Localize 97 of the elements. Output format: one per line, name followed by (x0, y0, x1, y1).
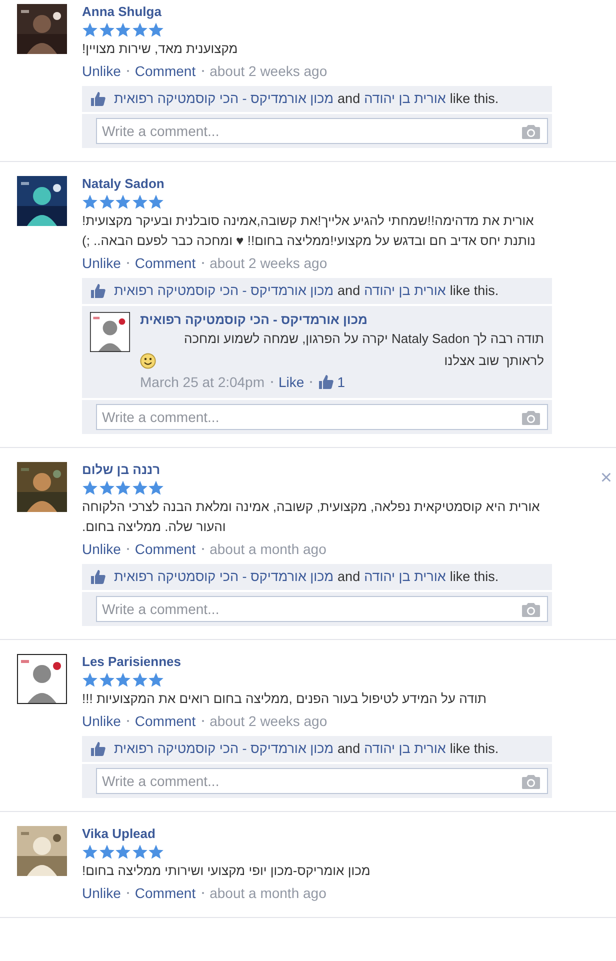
likes-text: like this. (450, 740, 499, 758)
separator-dot (126, 70, 129, 72)
comment-link[interactable]: Comment (134, 62, 196, 80)
camera-icon (522, 123, 540, 139)
star-icon (98, 22, 114, 38)
star-icon (82, 480, 98, 496)
star-icon (82, 672, 98, 688)
page-link[interactable]: מכון אורמדיקס - הכי קוסמטיקה רפואית (114, 568, 334, 586)
star-icon (148, 480, 164, 496)
comment-link[interactable]: Comment (134, 884, 196, 902)
star-icon (115, 844, 131, 860)
star-icon (115, 194, 131, 210)
star-icon (98, 480, 114, 496)
separator-dot (126, 262, 129, 264)
reviewer-name[interactable]: Vika Uplead (82, 826, 552, 842)
star-icon (82, 844, 98, 860)
thumbs-up-icon (318, 374, 334, 390)
person-link[interactable]: אורית בן יהודה (364, 568, 446, 586)
star-icon (132, 844, 148, 860)
reviewer-name[interactable]: Nataly Sadon (82, 176, 552, 192)
separator-dot (202, 720, 204, 722)
separator-dot (270, 381, 273, 383)
thumbs-up-icon (90, 741, 106, 757)
separator-dot (310, 381, 312, 383)
comment-link[interactable]: Comment (134, 254, 196, 272)
separator-dot (202, 548, 204, 550)
unlike-link[interactable]: Unlike (82, 884, 121, 902)
review-text: מכון אומריקס-מכון יופי מקצועי ושירותי ממליצה בחום! (82, 862, 372, 880)
star-icon (148, 844, 164, 860)
camera-icon (522, 601, 540, 617)
separator-dot (202, 70, 204, 72)
star-icon (132, 194, 148, 210)
star-icon (82, 194, 98, 210)
separator-dot (202, 262, 204, 264)
comment-field[interactable]: Write a comment... (96, 768, 548, 794)
separator-dot (126, 892, 129, 894)
person-link[interactable]: אורית בן יהודה (364, 90, 446, 108)
star-icon (82, 22, 98, 38)
thumbs-up-icon (90, 283, 106, 299)
person-link[interactable]: אורית בן יהודה (364, 740, 446, 758)
timestamp: about 2 weeks ago (210, 712, 328, 730)
camera-icon (522, 773, 540, 789)
likes-text: like this. (450, 282, 499, 300)
timestamp: about 2 weeks ago (210, 62, 328, 80)
likes-text: like this. (450, 568, 499, 586)
timestamp: March 25 at 2:04pm (140, 373, 265, 392)
page-link[interactable]: מכון אורמדיקס - הכי קוסמטיקה רפואית (114, 90, 334, 108)
reviewer-name[interactable]: Anna Shulga (82, 4, 552, 20)
separator-dot (126, 720, 129, 722)
likes-text: and (338, 90, 360, 108)
review-text: אורית את מדהימה!!שמחתי להגיע אלייך!את קשובה,אמינה סובלנית ובעיקר מקצועית!נותנת יחס אדיב חם ובדגש על מקצועי!ממליצה בחום!! ♥ ומחכה כבר לפעם הבאה.. ;) (82, 212, 536, 250)
page-link[interactable]: מכון אורמדיקס - הכי קוסמטיקה רפואית (114, 282, 334, 300)
separator-dot (202, 892, 204, 894)
unlike-link[interactable]: Unlike (82, 540, 121, 558)
comment-link[interactable]: Comment (134, 540, 196, 558)
unlike-link[interactable]: Unlike (82, 62, 121, 80)
camera-icon (522, 409, 540, 425)
star-icon (132, 22, 148, 38)
reply-author[interactable]: מכון אורמדיקס - הכי קוסמטיקה רפואית (140, 312, 544, 328)
star-icon (132, 480, 148, 496)
star-icon (98, 844, 114, 860)
unlike-link[interactable]: Unlike (82, 254, 121, 272)
star-icon (115, 672, 131, 688)
star-icon (115, 480, 131, 496)
star-icon (98, 672, 114, 688)
reply-text: תודה רבה לך Nataly Sadon יקרה על הפרגון, שמחה לשמוע ומחכה לראותך שוב אצלנו (182, 330, 544, 370)
likes-text: and (338, 282, 360, 300)
likes-text: like this. (450, 90, 499, 108)
timestamp: about a month ago (210, 884, 326, 902)
thumbs-up-icon (90, 91, 106, 107)
comment-link[interactable]: Comment (134, 712, 196, 730)
person-link[interactable]: אורית בן יהודה (364, 282, 446, 300)
reviewer-name[interactable]: רננה בן שלום (82, 462, 552, 478)
unlike-link[interactable]: Unlike (82, 712, 121, 730)
star-icon (115, 22, 131, 38)
reviewer-name[interactable]: Les Parisiennes (82, 654, 552, 670)
smiley-icon (140, 353, 156, 369)
likes-text: and (338, 740, 360, 758)
comment-field[interactable]: Write a comment... (96, 596, 548, 622)
star-icon (132, 672, 148, 688)
review-text: מקצוענית מאד, שירות מצויין! (82, 40, 239, 58)
comment-field[interactable]: Write a comment... (96, 118, 548, 144)
separator-dot (126, 548, 129, 550)
page-link[interactable]: מכון אורמדיקס - הכי קוסמטיקה רפואית (114, 740, 334, 758)
timestamp: about a month ago (210, 540, 326, 558)
star-icon (148, 22, 164, 38)
comment-field[interactable]: Write a comment... (96, 404, 548, 430)
likes-text: and (338, 568, 360, 586)
thumbs-up-icon (90, 569, 106, 585)
review-text: תודה על המידע לטיפול בעור הפנים ,ממליצה בחום רואים את המקצועיות !!! (82, 690, 488, 708)
like-link[interactable]: Like (278, 372, 304, 392)
star-icon (148, 672, 164, 688)
timestamp: about 2 weeks ago (210, 254, 328, 272)
star-icon (148, 194, 164, 210)
star-icon (98, 194, 114, 210)
like-count[interactable]: 1 (337, 372, 345, 392)
review-text: אורית היא קוסמטיקאית נפלאה, מקצועית, קשובה, אמינה ומלאת הבנה לצרכי הלקוחה והעור שלה. ממליצה בחום. (82, 498, 541, 536)
